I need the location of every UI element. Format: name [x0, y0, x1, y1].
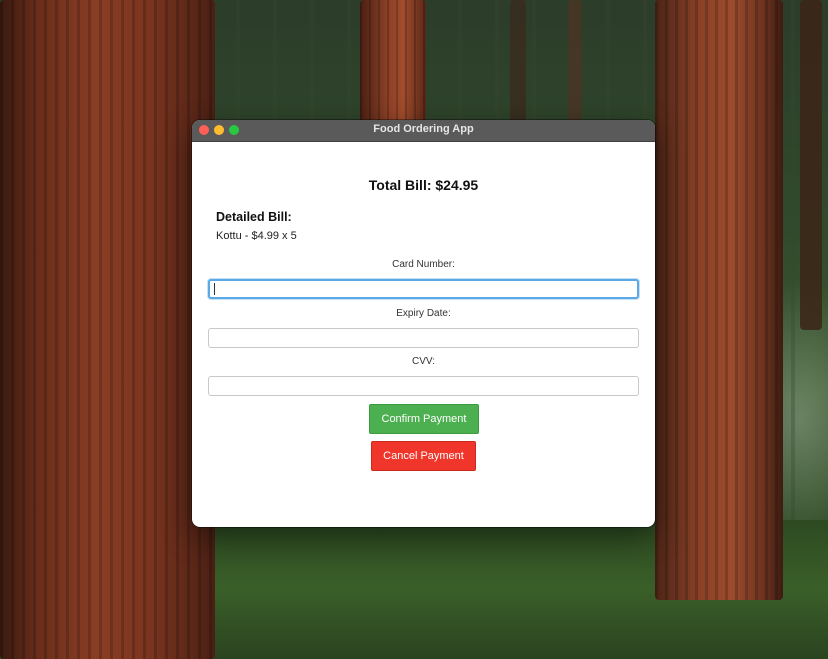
total-bill: Total Bill: $24.95	[368, 177, 479, 193]
redwood-trunk-right	[655, 0, 783, 600]
tree-trunk	[510, 0, 526, 122]
cancel-payment-button[interactable]: Cancel Payment	[371, 441, 476, 471]
cvv-input[interactable]	[208, 376, 639, 396]
title-bar[interactable]: Food Ordering App	[192, 120, 655, 142]
text-caret	[214, 283, 215, 295]
redwood-trunk-middle	[360, 0, 426, 122]
redwood-trunk-left	[0, 0, 215, 659]
expiry-date-input[interactable]	[208, 328, 639, 348]
card-number-input[interactable]	[208, 279, 639, 299]
confirm-payment-button[interactable]: Confirm Payment	[369, 404, 479, 434]
tree-trunk	[800, 0, 822, 330]
desktop-wallpaper: Food Ordering App Total Bill: $24.95 Det…	[0, 0, 828, 659]
card-number-label: Card Number:	[392, 259, 455, 270]
bill-line-item: Kottu - $4.99 x 5	[216, 230, 297, 242]
cvv-label: CVV:	[412, 356, 435, 367]
expiry-date-label: Expiry Date:	[396, 308, 451, 319]
app-window: Food Ordering App Total Bill: $24.95 Det…	[192, 120, 655, 527]
payment-panel: Total Bill: $24.95 Detailed Bill: Kottu …	[192, 142, 655, 527]
window-title: Food Ordering App	[373, 123, 474, 135]
tree-trunk	[568, 0, 582, 122]
detailed-bill-heading: Detailed Bill:	[216, 210, 292, 224]
